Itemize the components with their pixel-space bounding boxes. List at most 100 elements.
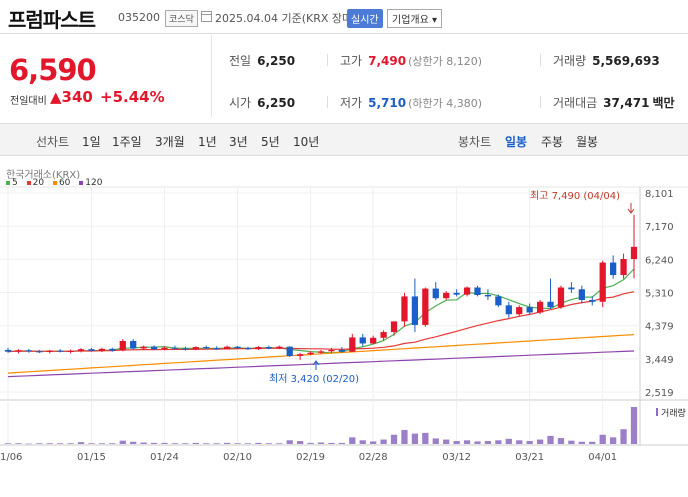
- candle-body: [109, 348, 116, 351]
- candle-body: [338, 349, 345, 352]
- ma120-line: [7, 350, 635, 378]
- x-tick-label: 02/10: [223, 452, 252, 463]
- volume-bar: [370, 441, 377, 444]
- candle-body: [526, 307, 533, 313]
- x-tick-label: 02/19: [296, 452, 325, 463]
- candle-body: [380, 332, 387, 338]
- candle-body: [36, 351, 43, 353]
- x-tick-label: 03/21: [515, 452, 544, 463]
- x-tick-label: 01/15: [77, 452, 106, 463]
- volume-bar: [25, 443, 32, 445]
- candle-body: [484, 294, 492, 297]
- volume-bar: [286, 440, 293, 444]
- volume-bar: [98, 443, 106, 444]
- low-arrow-icon: [312, 360, 320, 370]
- volume-bar: [213, 443, 220, 444]
- candle-body: [234, 346, 241, 349]
- candle-body: [4, 349, 12, 352]
- volume-bar: [338, 442, 345, 444]
- candle-body: [411, 296, 419, 325]
- volume-bar: [630, 407, 638, 444]
- candle-body: [25, 350, 32, 352]
- volume-bar: [255, 442, 262, 444]
- volume-bar: [307, 442, 314, 444]
- candle-body: [536, 301, 544, 313]
- volume-bar: [317, 442, 325, 444]
- volume-bar: [557, 438, 565, 444]
- candle-body: [67, 350, 74, 352]
- volume-bar: [234, 443, 241, 444]
- volume-bar: [349, 437, 356, 444]
- y-tick-label: 4,379: [645, 322, 674, 333]
- volume-bar: [15, 443, 22, 444]
- volume-bar: [474, 441, 481, 444]
- candle-body: [88, 349, 95, 351]
- volume-bar: [432, 438, 439, 444]
- volume-bar: [328, 442, 335, 444]
- volume-bar: [359, 440, 366, 444]
- volume-bar: [610, 437, 617, 444]
- candle-body: [453, 292, 460, 295]
- candle-body: [349, 337, 356, 352]
- high-arrow-icon: [627, 203, 635, 214]
- candle-body: [98, 348, 106, 351]
- candle-body: [547, 301, 554, 308]
- low-annotation: 최저 3,420 (02/20): [269, 373, 359, 385]
- candle-body: [422, 288, 429, 325]
- volume-bar: [171, 443, 179, 444]
- volume-legend-swatch: [656, 408, 658, 416]
- candle-body: [317, 351, 325, 353]
- volume-bar: [536, 439, 544, 444]
- y-tick-label: 5,310: [645, 289, 674, 300]
- volume-bar: [599, 434, 606, 444]
- candle-body: [77, 349, 85, 351]
- volume-bar: [150, 442, 158, 444]
- volume-bar: [589, 441, 596, 444]
- volume-bar: [119, 440, 126, 444]
- volume-bar: [192, 442, 199, 444]
- volume-bar: [182, 443, 189, 444]
- volume-bar: [401, 429, 408, 444]
- candle-body: [516, 307, 523, 315]
- volume-bar: [140, 442, 147, 444]
- candle-body: [244, 348, 252, 350]
- candle-body: [297, 354, 304, 356]
- volume-bar: [463, 440, 471, 444]
- volume-bar: [390, 434, 398, 444]
- volume-bar: [453, 441, 460, 444]
- candle-body: [119, 340, 126, 351]
- volume-bar: [57, 443, 64, 444]
- candle-body: [610, 262, 617, 276]
- candle-body: [265, 347, 272, 349]
- volume-bar: [516, 440, 523, 444]
- stock-chart[interactable]: 8,101 7,170 6,240 5,310 4,379 3,449 2,519 01/0…: [0, 0, 688, 497]
- volume-bar: [568, 440, 575, 444]
- candle-body: [307, 352, 314, 355]
- volume-bar: [109, 443, 116, 444]
- volume-bar: [411, 433, 419, 444]
- volume-bar: [46, 443, 53, 444]
- y-tick-label: 2,519: [645, 388, 674, 399]
- volume-bar: [265, 443, 272, 444]
- candle-body: [192, 347, 199, 350]
- volume-bar: [620, 429, 627, 444]
- candle-body: [286, 346, 293, 356]
- candle-body: [46, 350, 53, 353]
- candle-body: [223, 346, 231, 350]
- y-tick-label: 3,449: [645, 355, 674, 366]
- candle-body: [620, 258, 627, 276]
- candle-body: [57, 350, 64, 352]
- candle-body: [578, 289, 585, 300]
- volume-bar: [161, 442, 168, 444]
- candle-body: [505, 305, 512, 315]
- volume-bar: [223, 442, 231, 444]
- volume-bar: [276, 443, 283, 444]
- candle-body: [630, 246, 638, 259]
- volume-bar: [88, 443, 95, 444]
- volume-bar: [130, 441, 137, 444]
- candle-body: [130, 340, 137, 349]
- x-tick-label: 04/01: [588, 452, 617, 463]
- candle-body: [599, 262, 606, 302]
- candle-body: [15, 350, 22, 352]
- volume-bar: [547, 435, 554, 444]
